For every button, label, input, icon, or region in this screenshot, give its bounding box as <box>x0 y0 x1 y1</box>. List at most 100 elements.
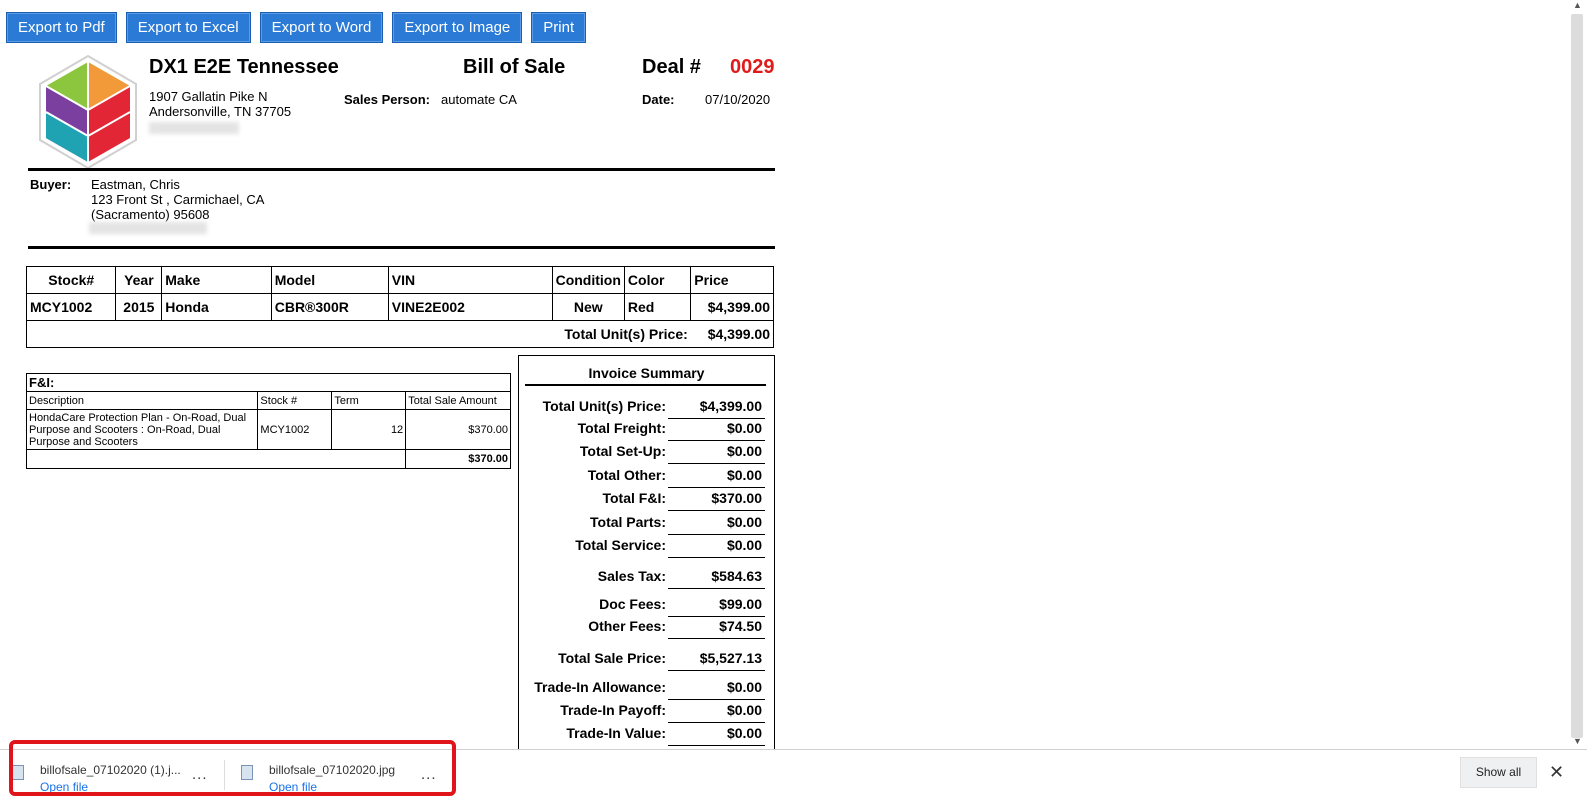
col-stock: Stock# <box>25 266 117 294</box>
fi-col-description: Description <box>25 391 259 410</box>
fi-stock: MCY1002 <box>257 409 333 450</box>
fi-col-amount: Total Sale Amount <box>405 391 511 410</box>
summary-row: Total Other: $0.00 <box>519 467 774 488</box>
print-button[interactable]: Print <box>531 12 587 43</box>
summary-row: Total Service: $0.00 <box>519 537 774 558</box>
date-label: Date: <box>642 92 675 107</box>
col-price: Price <box>690 266 774 294</box>
sales-person-value: automate CA <box>441 92 517 107</box>
summary-label: Other Fees: <box>588 618 666 634</box>
summary-row: Total Freight: $0.00 <box>519 420 774 441</box>
vertical-scrollbar[interactable]: ▲ ▼ <box>1567 0 1587 749</box>
unit-condition: New <box>551 293 625 321</box>
invoice-summary: Invoice Summary Total Unit(s) Price: $4,3… <box>518 355 775 755</box>
summary-row: Sales Tax: $584.63 <box>519 568 774 589</box>
buyer-street: 123 Front St , Carmichael, CA <box>91 192 265 207</box>
scroll-down-arrow-icon[interactable]: ▼ <box>1573 736 1582 746</box>
summary-row: Other Fees: $74.50 <box>519 618 774 639</box>
unit-table-header: Stock# Year Make Model VIN Condition Col… <box>25 266 774 294</box>
summary-label: Total Service: <box>575 537 666 553</box>
fi-total-spacer <box>25 449 407 469</box>
summary-value: $584.63 <box>668 568 765 589</box>
summary-value: $0.00 <box>668 537 765 558</box>
summary-label: Total Unit(s) Price: <box>542 398 666 414</box>
redacted-phone <box>149 122 239 134</box>
fi-amount: $370.00 <box>405 409 511 450</box>
export-word-button[interactable]: Export to Word <box>259 12 384 43</box>
summary-label: Total Set-Up: <box>579 443 666 459</box>
company-logo <box>39 54 137 170</box>
unit-model: CBR®300R <box>270 293 389 321</box>
export-toolbar: Export to Pdf Export to Excel Export to … <box>6 12 587 43</box>
summary-row: Trade-In Allowance: $0.00 <box>519 679 774 700</box>
summary-row: Total Parts: $0.00 <box>519 514 774 535</box>
summary-row: Total Sale Price: $5,527.13 <box>519 650 774 671</box>
summary-label: Trade-In Allowance: <box>534 679 666 695</box>
fi-col-term: Term <box>331 391 407 410</box>
show-all-button[interactable]: Show all <box>1460 757 1537 788</box>
summary-value: $4,399.00 <box>668 398 765 419</box>
scroll-up-arrow-icon[interactable]: ▲ <box>1573 0 1582 10</box>
document-title: Bill of Sale <box>463 56 566 78</box>
redacted-buyer-phone <box>89 222 207 234</box>
buyer-city: (Sacramento) 95608 <box>91 207 210 222</box>
close-icon[interactable]: ✕ <box>1549 762 1564 783</box>
fi-col-stock: Stock # <box>257 391 333 410</box>
export-excel-button[interactable]: Export to Excel <box>125 12 251 43</box>
buyer-label: Buyer: <box>30 177 72 192</box>
summary-row: Total F&I: $370.00 <box>519 490 774 511</box>
company-name: DX1 E2E Tennessee <box>149 56 339 78</box>
table-row: HondaCare Protection Plan - On-Road, Dua… <box>25 409 511 450</box>
summary-value: $99.00 <box>668 596 765 617</box>
company-address-line1: 1907 Gallatin Pike N <box>149 89 268 104</box>
summary-row: Trade-In Payoff: $0.00 <box>519 702 774 723</box>
col-make: Make <box>161 266 272 294</box>
header-divider <box>28 168 775 171</box>
summary-value: $0.00 <box>668 514 765 535</box>
unit-total-label: Total Unit(s) Price: <box>25 320 691 348</box>
deal-number: 0029 <box>730 56 775 78</box>
summary-value: $0.00 <box>668 443 765 464</box>
summary-label: Total Sale Price: <box>558 650 666 666</box>
fi-description: HondaCare Protection Plan - On-Road, Dua… <box>25 409 259 450</box>
summary-title-rule <box>525 384 766 386</box>
summary-value: $0.00 <box>668 725 765 746</box>
fi-title: F&I: <box>26 373 511 392</box>
summary-value: $74.50 <box>668 618 765 639</box>
company-address-line2: Andersonville, TN 37705 <box>149 104 292 119</box>
unit-price: $4,399.00 <box>690 293 774 321</box>
summary-value: $370.00 <box>668 490 765 511</box>
fi-term: 12 <box>331 409 407 450</box>
summary-value: $0.00 <box>668 467 765 488</box>
fi-header: Description Stock # Term Total Sale Amou… <box>25 391 511 410</box>
highlight-box <box>9 740 456 796</box>
deal-label: Deal # <box>642 56 701 78</box>
scroll-thumb[interactable] <box>1571 14 1583 738</box>
export-pdf-button[interactable]: Export to Pdf <box>6 12 117 43</box>
summary-label: Total F&I: <box>602 490 666 506</box>
unit-total-row: Total Unit(s) Price: $4,399.00 <box>25 320 774 348</box>
col-vin: VIN <box>387 266 553 294</box>
summary-value: $0.00 <box>668 679 765 700</box>
summary-value: $0.00 <box>668 420 765 441</box>
summary-label: Trade-In Payoff: <box>560 702 666 718</box>
col-year: Year <box>115 266 163 294</box>
summary-row: Trade-In Value: $0.00 <box>519 725 774 746</box>
col-model: Model <box>270 266 389 294</box>
summary-label: Trade-In Value: <box>566 725 666 741</box>
unit-total-value: $4,399.00 <box>690 320 774 348</box>
unit-stock: MCY1002 <box>25 293 117 321</box>
buyer-name: Eastman, Chris <box>91 177 180 192</box>
summary-row: Total Unit(s) Price: $4,399.00 <box>519 398 774 419</box>
summary-label: Doc Fees: <box>599 596 666 612</box>
unit-make: Honda <box>161 293 272 321</box>
export-image-button[interactable]: Export to Image <box>392 12 523 43</box>
date-value: 07/10/2020 <box>705 92 771 107</box>
col-color: Color <box>623 266 692 294</box>
fi-table: F&I: Description Stock # Term Total Sale… <box>25 373 511 469</box>
unit-vin: VINE2E002 <box>387 293 553 321</box>
sales-person-label: Sales Person: <box>344 92 430 107</box>
summary-row: Total Set-Up: $0.00 <box>519 443 774 464</box>
unit-color: Red <box>623 293 692 321</box>
fi-total: $370.00 <box>405 449 511 469</box>
